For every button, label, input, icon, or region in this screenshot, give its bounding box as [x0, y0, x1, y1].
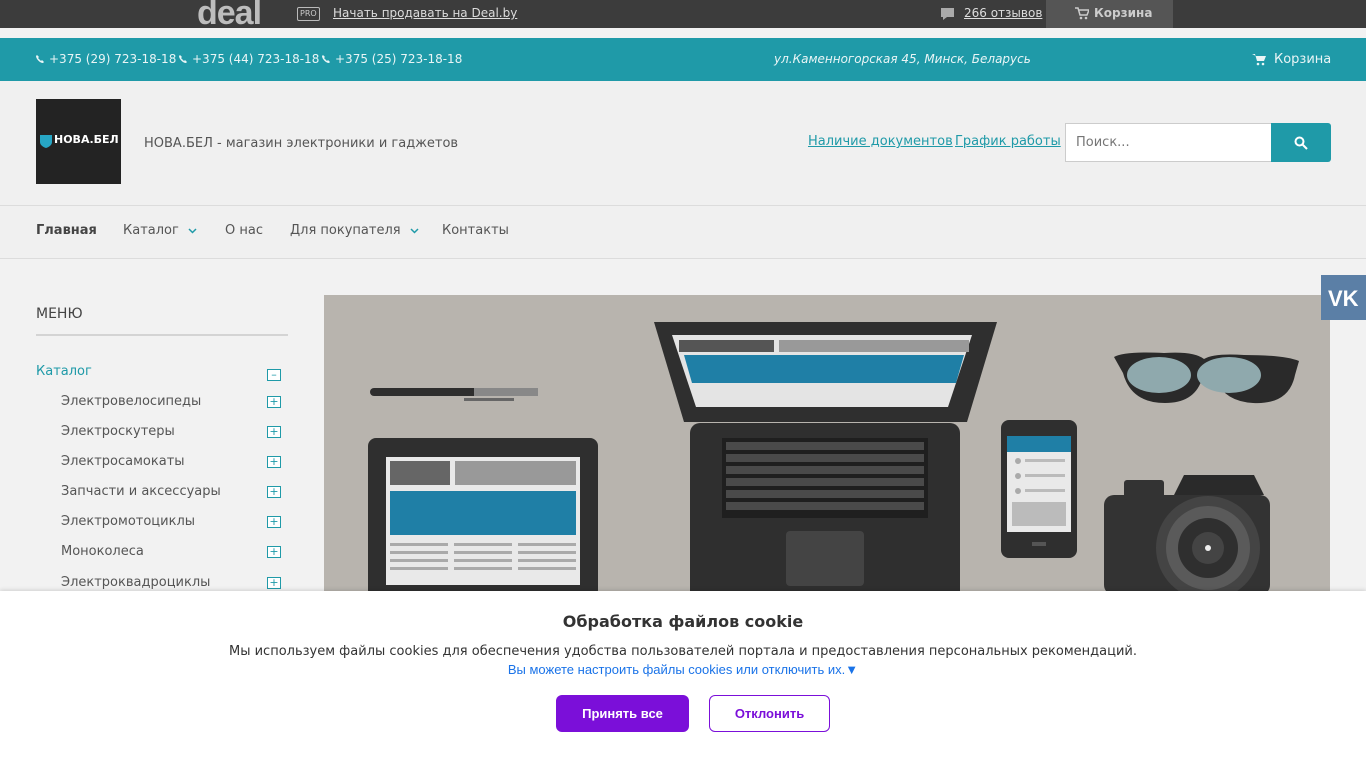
- search-input[interactable]: [1065, 123, 1272, 162]
- deal-logo[interactable]: deal: [197, 0, 262, 33]
- documents-link[interactable]: Наличие документов: [808, 134, 953, 149]
- start-selling-link[interactable]: Начать продавать на Deal.by: [333, 6, 517, 20]
- nav-item-contacts[interactable]: Контакты: [442, 223, 509, 238]
- deal-top-bar: deal PRO Начать продавать на Deal.by 266…: [0, 0, 1366, 32]
- gadgets-illustration: [368, 322, 1299, 595]
- main-nav: Главная Каталог О нас Для покупателя Кон…: [0, 206, 1366, 259]
- shield-icon: [40, 135, 52, 148]
- cookie-text: Мы используем файлы cookies для обеспече…: [228, 644, 1137, 659]
- address: ул.Каменногорская 45, Минск, Беларусь: [774, 52, 1031, 66]
- menu-title: МЕНЮ: [36, 306, 83, 322]
- sidebar-item-catalog[interactable]: Каталог: [36, 364, 92, 379]
- expand-toggle[interactable]: +: [267, 456, 281, 468]
- expand-toggle[interactable]: +: [267, 426, 281, 438]
- cart-icon[interactable]: [1252, 53, 1266, 66]
- sidebar-item-parts[interactable]: Запчасти и аксессуары: [61, 484, 221, 499]
- phone-link[interactable]: +375 (44) 723-18-18: [179, 52, 319, 66]
- phone-icon: [322, 55, 330, 63]
- phone-link[interactable]: +375 (25) 723-18-18: [322, 52, 462, 66]
- cart-link[interactable]: Корзина: [1274, 52, 1331, 67]
- chevron-down-icon: [410, 228, 419, 234]
- collapse-toggle[interactable]: –: [267, 369, 281, 381]
- expand-toggle[interactable]: +: [267, 577, 281, 589]
- sidebar-item-ebikes[interactable]: Электровелосипеды: [61, 394, 201, 409]
- vk-icon: VK: [1328, 286, 1359, 311]
- expand-toggle[interactable]: +: [267, 546, 281, 558]
- nav-item-catalog[interactable]: Каталог: [123, 223, 197, 238]
- cookie-settings-link-text[interactable]: Вы можете настроить файлы cookies или от…: [508, 662, 858, 677]
- expand-toggle[interactable]: +: [267, 486, 281, 498]
- contact-bar: +375 (29) 723-18-18 +375 (44) 723-18-18 …: [0, 38, 1366, 81]
- expand-toggle[interactable]: +: [267, 516, 281, 528]
- cart-icon: [1075, 7, 1089, 20]
- sidebar-item-escooters[interactable]: Электроскутеры: [61, 424, 175, 439]
- accept-all-button[interactable]: Принять все: [556, 695, 689, 732]
- nav-item-home[interactable]: Главная: [36, 223, 97, 238]
- sidebar-item-equads[interactable]: Электроквадроциклы: [61, 575, 210, 590]
- expand-toggle[interactable]: +: [267, 396, 281, 408]
- schedule-link[interactable]: График работы: [955, 134, 1061, 149]
- site-logo[interactable]: НОВА.БЕЛ: [36, 99, 121, 184]
- reviews-link[interactable]: 266 отзывов: [964, 6, 1042, 20]
- vk-button[interactable]: VK: [1321, 275, 1366, 320]
- deal-cart-button[interactable]: Корзина: [1046, 0, 1173, 28]
- site-tagline: НОВА.БЕЛ - магазин электроники и гаджето…: [144, 136, 459, 151]
- logo-text: НОВА.БЕЛ: [54, 133, 119, 146]
- search-form: [1065, 123, 1331, 162]
- search-button[interactable]: [1271, 123, 1331, 162]
- sidebar-item-emotorcycles[interactable]: Электромотоциклы: [61, 514, 195, 529]
- chevron-down-icon: [188, 228, 197, 234]
- site-header: НОВА.БЕЛ НОВА.БЕЛ - магазин электроники …: [0, 81, 1366, 206]
- nav-item-about[interactable]: О нас: [225, 223, 263, 238]
- phone-icon: [36, 55, 44, 63]
- reject-button[interactable]: Отклонить: [709, 695, 830, 732]
- search-icon: [1294, 136, 1308, 150]
- phone-icon: [179, 55, 187, 63]
- hero-banner[interactable]: [324, 295, 1330, 595]
- sidebar-item-ekickscooters[interactable]: Электросамокаты: [61, 454, 185, 469]
- comment-icon: [941, 8, 954, 20]
- nav-item-for-buyer[interactable]: Для покупателя: [290, 223, 419, 238]
- pro-badge: PRO: [297, 7, 320, 21]
- phone-link[interactable]: +375 (29) 723-18-18: [36, 52, 176, 66]
- cookie-settings-link: Вы можете настроить файлы cookies или от…: [0, 662, 1366, 677]
- cookie-title: Обработка файлов cookie: [562, 612, 804, 631]
- cookie-consent-banner: Обработка файлов cookie Мы используем фа…: [0, 591, 1366, 768]
- menu-divider: [36, 334, 288, 336]
- deal-cart-label: Корзина: [1094, 6, 1153, 20]
- sidebar-item-monowheels[interactable]: Моноколеса: [61, 544, 144, 559]
